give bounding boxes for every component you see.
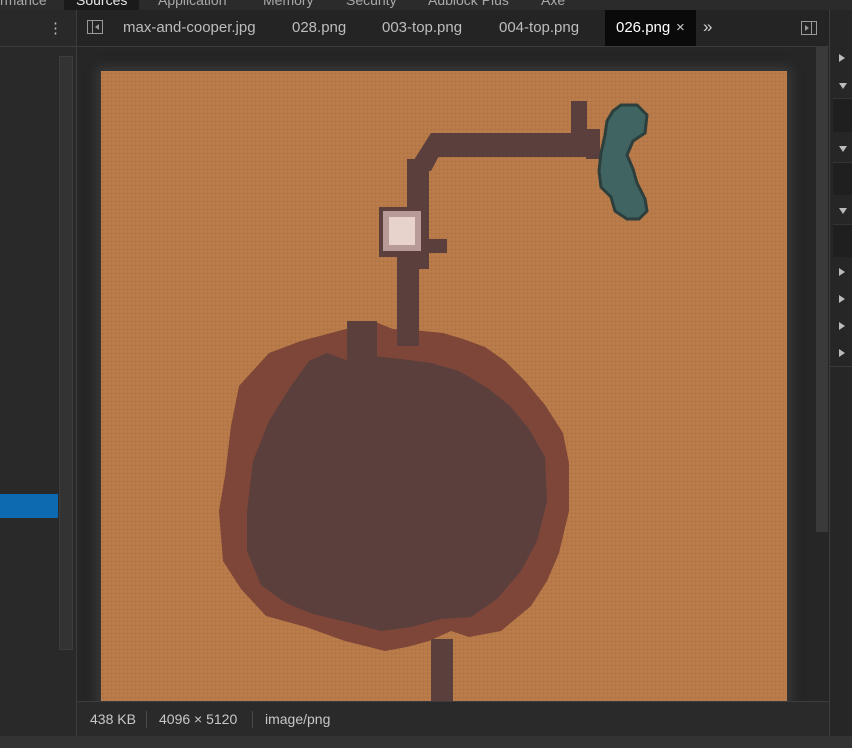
status-mime-type: image/png <box>265 711 331 727</box>
path-segment-stub <box>571 101 587 157</box>
tab-026-label: 026.png <box>616 19 671 36</box>
panel-tab-axe[interactable]: Axe <box>541 0 565 10</box>
toggle-debugger-icon[interactable] <box>801 21 817 35</box>
path-segment-horizontal <box>431 133 591 157</box>
kebab-menu-icon[interactable]: ⋮ <box>48 20 63 38</box>
more-tabs-icon[interactable]: » <box>703 10 712 46</box>
chamber-entrance <box>347 321 377 361</box>
expand-arrow-icon[interactable] <box>839 349 845 357</box>
drawer-edge <box>0 736 852 748</box>
tab-026-active[interactable]: 026.png × <box>605 10 696 46</box>
panel-tab-performance[interactable]: rmance <box>0 0 47 10</box>
plate-center <box>389 217 415 245</box>
toggle-navigator-icon[interactable] <box>87 20 103 34</box>
debugger-section-body <box>833 162 852 195</box>
expand-arrow-icon[interactable] <box>839 295 845 303</box>
viewer-scrollbar[interactable] <box>816 46 828 532</box>
status-divider <box>146 711 147 728</box>
panel-tab-security[interactable]: Security <box>346 0 397 10</box>
status-file-size: 438 KB <box>90 711 136 727</box>
collapse-arrow-icon[interactable] <box>839 83 847 89</box>
status-dimensions: 4096 × 5120 <box>159 711 238 727</box>
navigator-selected-item[interactable] <box>0 494 58 518</box>
debugger-section-body <box>833 98 852 132</box>
debugger-pane <box>829 10 852 736</box>
expand-arrow-icon[interactable] <box>839 322 845 330</box>
navigator-scrollbar[interactable] <box>59 56 73 650</box>
debugger-divider <box>830 366 852 367</box>
path-segment-to-pond <box>586 129 600 159</box>
tab-028[interactable]: 028.png <box>292 10 346 46</box>
status-bar: 438 KB 4096 × 5120 image/png <box>77 701 829 737</box>
image-viewer <box>77 47 829 701</box>
panel-tab-sources[interactable]: Sources <box>64 0 140 10</box>
expand-arrow-icon[interactable] <box>839 268 845 276</box>
path-segment-south <box>431 639 453 701</box>
collapse-arrow-icon[interactable] <box>839 208 847 214</box>
map-image <box>101 71 787 701</box>
panel-tab-memory[interactable]: Memory <box>263 0 314 10</box>
collapse-arrow-icon[interactable] <box>839 146 847 152</box>
panel-tab-adblock-plus[interactable]: Adblock Plus <box>428 0 509 10</box>
tab-max-and-cooper[interactable]: max-and-cooper.jpg <box>123 10 256 46</box>
editor-tab-strip: max-and-cooper.jpg 028.png 003-top.png 0… <box>77 10 829 47</box>
navigator-toolbar: ⋮ <box>0 10 76 47</box>
tab-004-top[interactable]: 004-top.png <box>499 10 579 46</box>
image-preview <box>101 71 787 701</box>
devtools-panel-tabs: rmance Sources Application Memory Securi… <box>0 0 852 10</box>
tab-003-top[interactable]: 003-top.png <box>382 10 462 46</box>
status-divider <box>252 711 253 728</box>
expand-arrow-icon[interactable] <box>839 54 845 62</box>
debugger-section-body <box>833 224 852 257</box>
panel-tab-application[interactable]: Application <box>158 0 227 10</box>
navigator-pane: ⋮ <box>0 10 77 736</box>
close-icon[interactable]: × <box>676 10 685 46</box>
